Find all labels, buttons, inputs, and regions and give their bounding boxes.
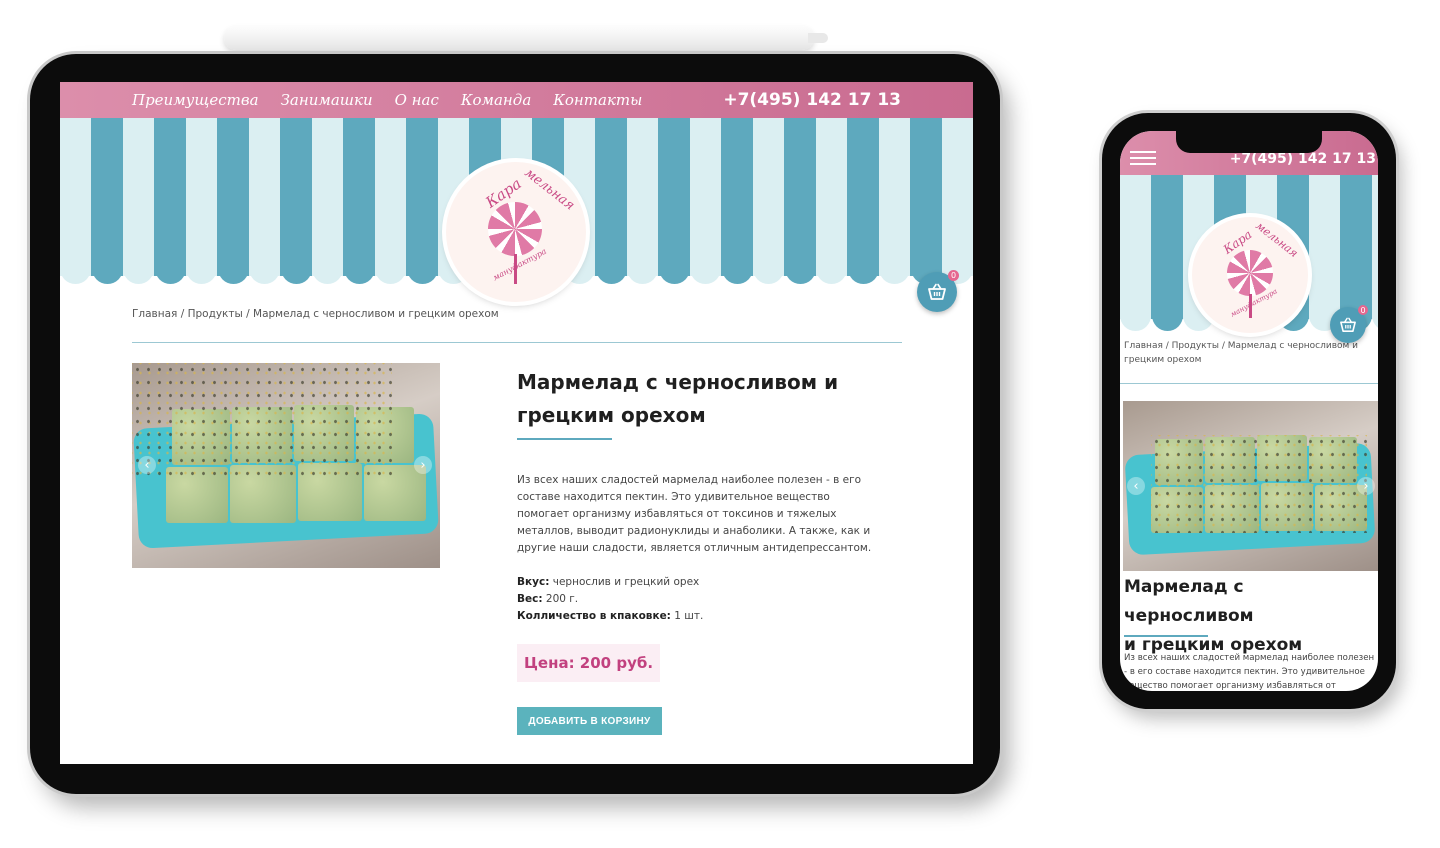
awning-scallop bbox=[217, 258, 249, 284]
awning-scallop bbox=[627, 258, 658, 284]
prop-taste: Вкус: чернослив и грецкий орех bbox=[517, 574, 877, 591]
prop-taste-value: чернослив и грецкий орех bbox=[549, 576, 700, 588]
nav-item-about[interactable]: О нас bbox=[395, 91, 439, 109]
phone-notch bbox=[1176, 131, 1322, 153]
awning-scallop bbox=[312, 258, 343, 284]
tablet-screen: Преимущества Занимашки О нас Команда Кон… bbox=[60, 82, 973, 764]
mobile-section-divider bbox=[1120, 383, 1378, 384]
awning-scallop bbox=[186, 258, 217, 284]
awning-scallop bbox=[375, 258, 406, 284]
mobile-title-underline bbox=[1124, 635, 1208, 637]
mobile-cart-button[interactable]: 0 bbox=[1330, 305, 1368, 343]
cart-icon bbox=[1340, 317, 1356, 333]
stylus-decoration bbox=[224, 26, 828, 50]
mobile-product-description: Из всех наших сладостей мармелад наиболе… bbox=[1124, 653, 1375, 691]
phone-frame: +7(495) 142 17 13 Кара мельная мануфакту… bbox=[1102, 113, 1396, 709]
awning-scallop bbox=[784, 258, 816, 284]
awning-scallop bbox=[60, 258, 91, 284]
header-phone[interactable]: +7(495) 142 17 13 bbox=[723, 82, 901, 118]
mobile-logo[interactable]: Кара мельная мануфактура bbox=[1192, 217, 1308, 333]
mobile-breadcrumb: Главная / Продукты / Мармелад с черносли… bbox=[1124, 339, 1374, 367]
awning-scallop bbox=[91, 258, 123, 284]
prop-weight-label: Вес: bbox=[517, 593, 543, 605]
tablet-frame: Преимущества Занимашки О нас Команда Кон… bbox=[30, 54, 1000, 794]
nav-item-contacts[interactable]: Контакты bbox=[553, 91, 642, 109]
breadcrumb: Главная / Продукты / Мармелад с черносли… bbox=[132, 308, 499, 320]
product-price: Цена: 200 руб. bbox=[517, 644, 661, 682]
main-nav: Преимущества Занимашки О нас Команда Кон… bbox=[132, 82, 664, 118]
awning-scallop bbox=[1151, 305, 1183, 331]
awning-scallop bbox=[690, 258, 721, 284]
prop-weight: Вес: 200 г. bbox=[517, 591, 877, 608]
awning-scallop bbox=[154, 258, 186, 284]
awning-scallop bbox=[721, 258, 753, 284]
cart-button[interactable]: 0 bbox=[917, 270, 959, 312]
section-divider bbox=[132, 342, 902, 343]
product-image-slider[interactable]: ‹ › bbox=[132, 363, 440, 568]
hamburger-icon[interactable] bbox=[1130, 151, 1156, 165]
awning-scallop bbox=[123, 258, 154, 284]
awning-scallop bbox=[1120, 305, 1151, 331]
awning-scallop bbox=[343, 258, 375, 284]
phone-screen: +7(495) 142 17 13 Кара мельная мануфакту… bbox=[1120, 131, 1378, 691]
breadcrumb-separator: / bbox=[177, 308, 188, 320]
awning-scallop bbox=[249, 258, 280, 284]
breadcrumb-home[interactable]: Главная bbox=[132, 308, 177, 320]
logo[interactable]: Кара мельная мануфактура bbox=[446, 162, 586, 302]
breadcrumb-separator: / bbox=[1162, 341, 1172, 351]
cart-count-badge: 0 bbox=[948, 270, 959, 281]
chevron-left-icon[interactable]: ‹ bbox=[1127, 477, 1145, 495]
breadcrumb-products[interactable]: Продукты bbox=[1172, 341, 1219, 351]
prune-and-nut-pieces bbox=[1151, 435, 1367, 533]
mobile-cart-count-badge: 0 bbox=[1358, 305, 1368, 315]
breadcrumb-separator: / bbox=[242, 308, 254, 320]
mobile-product-title: Мармелад с черносливом и грецким орехом bbox=[1124, 573, 1378, 660]
nav-item-team[interactable]: Команда bbox=[461, 91, 531, 109]
breadcrumb-separator: / bbox=[1218, 341, 1228, 351]
breadcrumb-products[interactable]: Продукты bbox=[188, 308, 243, 320]
chevron-right-icon[interactable]: › bbox=[1357, 477, 1375, 495]
mobile-product-title-line-1: Мармелад с черносливом bbox=[1124, 577, 1254, 626]
prop-qty-value: 1 шт. bbox=[670, 610, 704, 622]
breadcrumb-home[interactable]: Главная bbox=[1124, 341, 1163, 351]
mobile-product-image-slider[interactable]: ‹ › bbox=[1123, 401, 1378, 571]
lollipop-swirl-icon bbox=[488, 202, 542, 256]
add-to-cart-button[interactable]: ДОБАВИТЬ В КОРЗИНУ bbox=[517, 707, 662, 735]
product-title-line-1: Мармелад с черносливом и bbox=[517, 370, 839, 394]
cart-icon bbox=[928, 283, 946, 300]
prop-qty: Колличество в кпаковке: 1 шт. bbox=[517, 608, 877, 625]
prune-and-nut-pieces bbox=[132, 363, 392, 481]
product-title-line-2: грецким орехом bbox=[517, 403, 706, 427]
nav-item-advantages[interactable]: Преимущества bbox=[132, 91, 259, 109]
product-description: Из всех наших сладостей мармелад наиболе… bbox=[517, 474, 872, 554]
awning-scallop bbox=[658, 258, 690, 284]
awning-scallop bbox=[816, 258, 847, 284]
awning-scallop bbox=[595, 258, 627, 284]
prop-taste-label: Вкус: bbox=[517, 576, 550, 588]
nav-item-activities[interactable]: Занимашки bbox=[281, 91, 373, 109]
title-underline bbox=[517, 438, 612, 440]
awning-scallop bbox=[280, 258, 312, 284]
prop-weight-value: 200 г. bbox=[542, 593, 579, 605]
awning-scallop bbox=[406, 258, 438, 284]
awning-scallop bbox=[847, 258, 879, 284]
chevron-left-icon[interactable]: ‹ bbox=[138, 456, 156, 474]
product-title: Мармелад с черносливом и грецким орехом bbox=[517, 366, 877, 432]
chevron-right-icon[interactable]: › bbox=[414, 456, 432, 474]
product-properties: Вкус: чернослив и грецкий орех Вес: 200 … bbox=[517, 574, 877, 625]
header-bar: Преимущества Занимашки О нас Команда Кон… bbox=[60, 82, 973, 118]
prop-qty-label: Колличество в кпаковке: bbox=[517, 610, 671, 622]
mobile-header-phone[interactable]: +7(495) 142 17 13 bbox=[1230, 151, 1376, 167]
awning-scallop bbox=[879, 258, 910, 284]
awning-scallop bbox=[753, 258, 784, 284]
lollipop-swirl-icon bbox=[1227, 250, 1273, 296]
breadcrumb-current: Мармелад с черносливом и грецким орехом bbox=[253, 308, 499, 320]
awning-scallop bbox=[1372, 305, 1378, 331]
